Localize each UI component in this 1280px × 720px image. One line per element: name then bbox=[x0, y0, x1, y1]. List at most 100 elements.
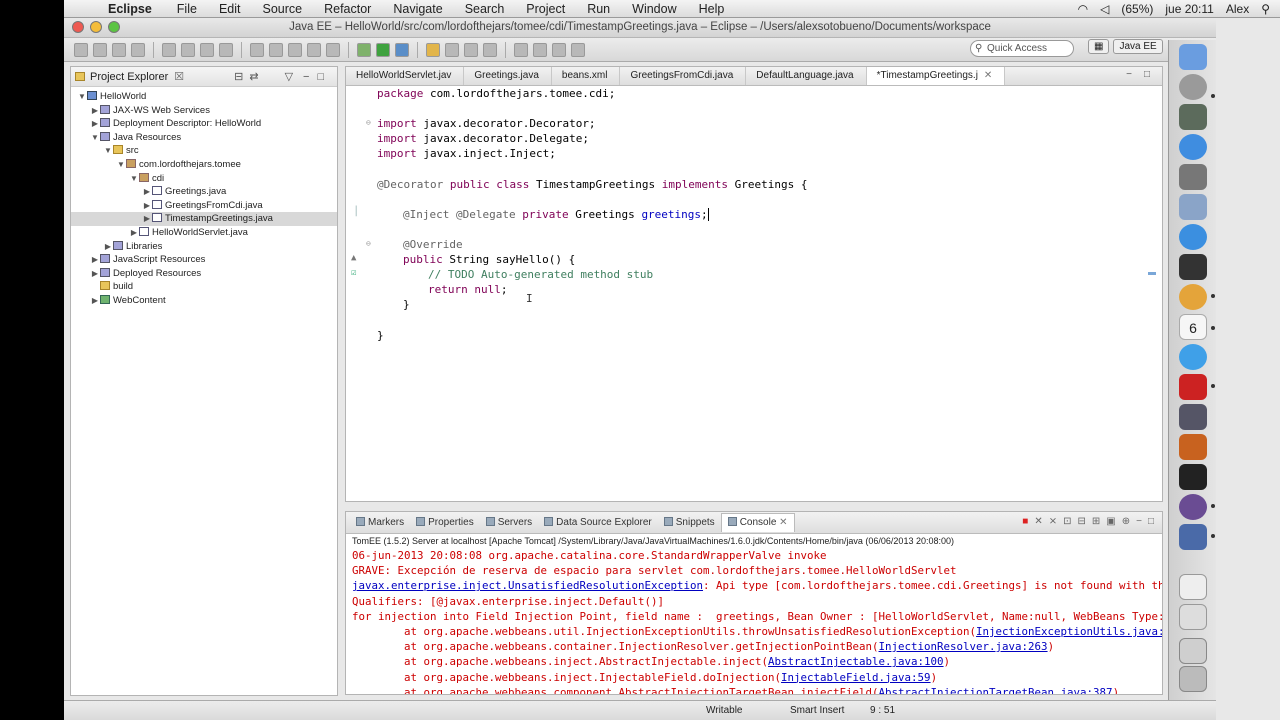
menu-window[interactable]: Window bbox=[632, 2, 676, 16]
downloads-stack-icon[interactable] bbox=[1179, 638, 1207, 664]
tree-item[interactable]: ▶ JavaScript Resources bbox=[71, 253, 337, 267]
view-menu-icon[interactable]: ▽ bbox=[285, 70, 293, 83]
code-area[interactable]: package com.lordofthejars.tomee.cdi; ⊖ i… bbox=[346, 87, 1162, 501]
remove-launch-icon[interactable]: ✕ bbox=[1034, 516, 1042, 527]
editor-tab[interactable]: Greetings.java bbox=[464, 67, 552, 85]
trash-icon[interactable] bbox=[1179, 666, 1207, 692]
step-icon[interactable] bbox=[326, 42, 340, 57]
chrome-icon[interactable] bbox=[1179, 284, 1207, 310]
next-annotation-icon[interactable] bbox=[514, 42, 528, 57]
terminate-icon[interactable]: ■ bbox=[1022, 516, 1028, 527]
imovie-icon[interactable] bbox=[1179, 404, 1207, 430]
tree-item[interactable]: ▶ WebContent bbox=[71, 294, 337, 308]
print-icon[interactable] bbox=[131, 42, 145, 57]
stack-trace-link[interactable]: InjectableField.java:59 bbox=[781, 671, 931, 684]
toggle-mark-icon[interactable] bbox=[483, 42, 497, 57]
close-icon[interactable]: ✕ bbox=[776, 517, 787, 528]
stack-trace-link[interactable]: InjectionResolver.java:263 bbox=[879, 640, 1048, 653]
system-preferences-icon[interactable] bbox=[1179, 164, 1207, 190]
stack-trace-link[interactable]: AbstractInjectionTargetBean.java:387 bbox=[879, 686, 1113, 694]
tree-item[interactable]: ▶ GreetingsFromCdi.java bbox=[71, 199, 337, 213]
eclipse-icon[interactable] bbox=[1179, 494, 1207, 520]
stack-trace-link[interactable]: AbstractInjectable.java:100 bbox=[768, 655, 944, 668]
collapsed-arrow-icon[interactable]: ▶ bbox=[142, 212, 152, 226]
menu-edit[interactable]: Edit bbox=[219, 2, 241, 16]
collapsed-arrow-icon[interactable]: ▶ bbox=[90, 104, 100, 118]
menu-navigate[interactable]: Navigate bbox=[393, 2, 442, 16]
collapse-all-icon[interactable]: ⊟ bbox=[234, 70, 243, 83]
tab-data-source-explorer[interactable]: Data Source Explorer bbox=[538, 517, 658, 528]
remove-all-launches-icon[interactable]: ⨯ bbox=[1049, 516, 1057, 527]
menu-refactor[interactable]: Refactor bbox=[324, 2, 371, 16]
editor-tab[interactable]: HelloWorldServlet.jav bbox=[346, 67, 465, 85]
close-icon[interactable]: ✕ bbox=[984, 70, 992, 81]
collapsed-arrow-icon[interactable]: ▶ bbox=[90, 294, 100, 308]
menu-source[interactable]: Source bbox=[262, 2, 302, 16]
tree-item[interactable]: ▶ HelloWorldServlet.java bbox=[71, 226, 337, 240]
tree-item[interactable]: ▶ TimestampGreetings.java bbox=[71, 212, 337, 226]
tree-item[interactable]: ▶ JAX-WS Web Services bbox=[71, 104, 337, 118]
stack-trace-link[interactable]: InjectionExceptionUtils.java:7 bbox=[976, 625, 1162, 638]
tree-item[interactable]: ▼ cdi bbox=[71, 172, 337, 186]
new-icon[interactable] bbox=[74, 42, 88, 57]
status-insert-mode[interactable]: Smart Insert bbox=[790, 705, 844, 716]
previous-annotation-icon[interactable] bbox=[533, 42, 547, 57]
fold-toggle-icon[interactable]: ⊖ bbox=[366, 239, 371, 248]
clock[interactable]: jue 20:11 bbox=[1165, 2, 1214, 16]
document-icon[interactable] bbox=[1179, 574, 1207, 600]
collapsed-arrow-icon[interactable]: ▶ bbox=[142, 185, 152, 199]
volume-icon[interactable]: ◁ bbox=[1100, 2, 1109, 16]
launchpad-icon[interactable] bbox=[1179, 74, 1207, 100]
tree-item[interactable]: ▼ src bbox=[71, 144, 337, 158]
editor-tab[interactable]: *TimestampGreetings.j ✕ bbox=[866, 67, 1006, 85]
editor-tab[interactable]: DefaultLanguage.java bbox=[746, 67, 867, 85]
console-output[interactable]: 06-jun-2013 20:08:08 org.apache.catalina… bbox=[346, 548, 1162, 694]
open-console-icon[interactable]: ⊕ bbox=[1122, 516, 1130, 527]
open-task-icon[interactable] bbox=[445, 42, 459, 57]
pin-console-icon[interactable]: ⊞ bbox=[1092, 516, 1100, 527]
stack-trace-link[interactable]: javax.enterprise.inject.UnsatisfiedResol… bbox=[352, 579, 703, 592]
collapsed-arrow-icon[interactable]: ▶ bbox=[142, 199, 152, 213]
collapsed-arrow-icon[interactable]: ▶ bbox=[103, 240, 113, 254]
maximize-view-icon[interactable]: □ bbox=[1148, 516, 1154, 527]
spotlight-icon[interactable]: ⚲ bbox=[1261, 2, 1270, 16]
tree-item[interactable]: ▶ Greetings.java bbox=[71, 185, 337, 199]
tab-servers[interactable]: Servers bbox=[480, 517, 538, 528]
mission-control-icon[interactable] bbox=[1179, 104, 1207, 130]
presentation-icon[interactable] bbox=[1179, 434, 1207, 460]
clear-console-icon[interactable]: ⊡ bbox=[1063, 516, 1071, 527]
open-type-icon[interactable] bbox=[426, 42, 440, 57]
tab-console[interactable]: Console ✕ bbox=[720, 513, 795, 532]
expanded-arrow-icon[interactable]: ▼ bbox=[90, 131, 100, 145]
safari-icon[interactable] bbox=[1179, 224, 1207, 250]
debug-icon[interactable] bbox=[357, 42, 371, 57]
tab-markers[interactable]: Markers bbox=[350, 517, 410, 528]
new-servlet-icon[interactable] bbox=[181, 42, 195, 57]
new-server-icon[interactable] bbox=[162, 42, 176, 57]
expanded-arrow-icon[interactable]: ▼ bbox=[77, 90, 87, 104]
tree-item[interactable]: ▼ com.lordofthejars.tomee bbox=[71, 158, 337, 172]
expanded-arrow-icon[interactable]: ▼ bbox=[103, 144, 113, 158]
perspective-java-ee-button[interactable]: Java EE bbox=[1113, 39, 1163, 54]
minimize-window-button[interactable] bbox=[90, 21, 102, 33]
app-menu[interactable]: Eclipse bbox=[108, 2, 152, 16]
tree-item[interactable]: ▼ HelloWorld bbox=[71, 90, 337, 104]
tree-item[interactable]: ▶ Deployed Resources bbox=[71, 267, 337, 281]
open-perspective-button[interactable]: ▦ bbox=[1088, 39, 1110, 54]
app-store-icon[interactable] bbox=[1179, 134, 1207, 160]
facetime-icon[interactable] bbox=[1179, 254, 1207, 280]
editor-minimize-icon[interactable]: − bbox=[1126, 69, 1132, 80]
pause-icon[interactable] bbox=[307, 42, 321, 57]
close-icon[interactable]: ☒ bbox=[174, 70, 184, 83]
tree-item[interactable]: ▶ Deployment Descriptor: HelloWorld bbox=[71, 117, 337, 131]
overview-ruler-marker[interactable] bbox=[1148, 272, 1156, 275]
tree-item[interactable]: build bbox=[71, 280, 337, 294]
battery-status[interactable]: (65%) bbox=[1121, 2, 1153, 16]
wifi-icon[interactable]: ◠ bbox=[1078, 2, 1088, 16]
document-icon[interactable] bbox=[1179, 604, 1207, 630]
photo-booth-icon[interactable] bbox=[1179, 374, 1207, 400]
new-ejb-icon[interactable] bbox=[200, 42, 214, 57]
redo-icon[interactable] bbox=[269, 42, 283, 57]
tab-properties[interactable]: Properties bbox=[410, 517, 480, 528]
collapsed-arrow-icon[interactable]: ▶ bbox=[129, 226, 139, 240]
